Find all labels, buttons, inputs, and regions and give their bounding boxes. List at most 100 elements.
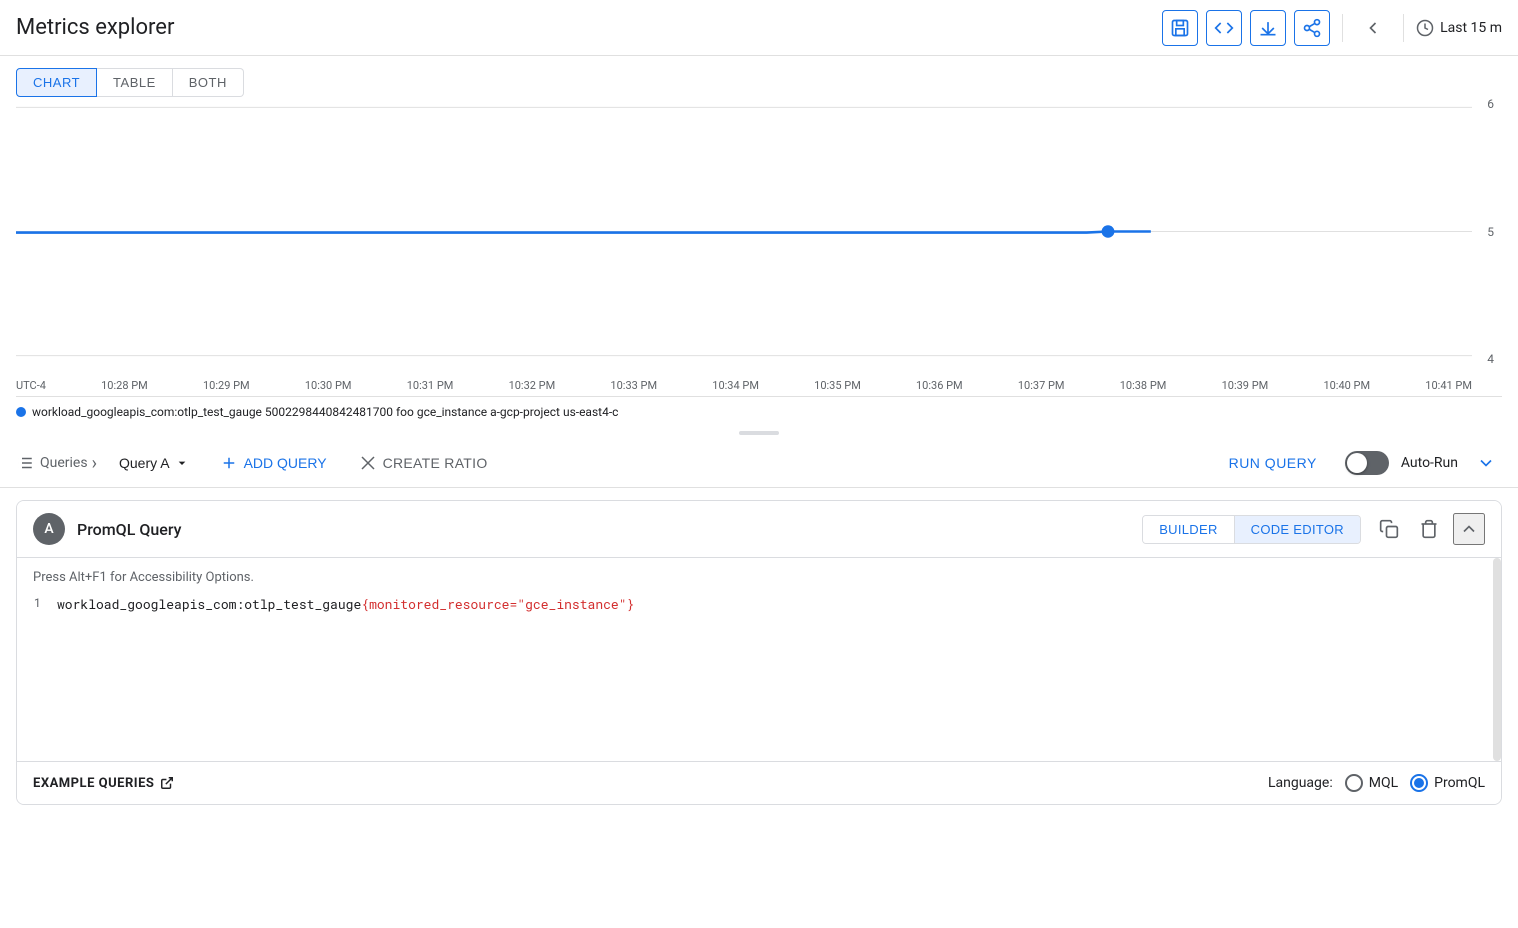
- tab-both[interactable]: BOTH: [173, 68, 244, 97]
- clock-icon: [1416, 19, 1434, 37]
- page-title: Metrics explorer: [16, 15, 174, 40]
- code-editor-body[interactable]: Press Alt+F1 for Accessibility Options. …: [17, 558, 1501, 761]
- chart-canvas: [16, 97, 1472, 366]
- add-query-label: ADD QUERY: [244, 455, 327, 471]
- query-dropdown-icon: [174, 455, 190, 471]
- download-button[interactable]: [1250, 10, 1286, 46]
- drag-handle[interactable]: [0, 427, 1518, 439]
- time-divider: [1403, 14, 1404, 42]
- y-label-5: 5: [1487, 225, 1494, 239]
- x-label-1041: 10:41 PM: [1425, 379, 1472, 392]
- run-query-label: RUN QUERY: [1229, 455, 1317, 471]
- mql-option[interactable]: MQL: [1345, 774, 1398, 792]
- x-label-1028: 10:28 PM: [101, 379, 148, 392]
- queries-text: Queries: [40, 455, 88, 471]
- query-a-button[interactable]: Query A: [109, 451, 200, 475]
- x-label-1031: 10:31 PM: [407, 379, 454, 392]
- copy-button[interactable]: [1373, 513, 1405, 545]
- y-label-6: 6: [1487, 97, 1494, 111]
- add-query-icon: [220, 454, 238, 472]
- create-ratio-button[interactable]: CREATE RATIO: [347, 448, 500, 478]
- code-key: monitored_resource: [369, 595, 509, 613]
- example-queries-label: EXAMPLE QUERIES: [33, 776, 154, 791]
- promql-radio[interactable]: [1410, 774, 1428, 792]
- expand-button[interactable]: [1470, 447, 1502, 479]
- app-header: Metrics explorer Last 15 m: [0, 0, 1518, 56]
- header-divider: [1342, 14, 1343, 42]
- autorun-toggle[interactable]: [1345, 451, 1389, 475]
- back-button[interactable]: [1355, 10, 1391, 46]
- language-selector: Language: MQL PromQL: [1268, 774, 1485, 792]
- save-dashboard-button[interactable]: [1162, 10, 1198, 46]
- language-label: Language:: [1268, 775, 1333, 791]
- x-label-1029: 10:29 PM: [203, 379, 250, 392]
- x-label-utc: UTC-4: [16, 379, 46, 392]
- x-label-1030: 10:30 PM: [305, 379, 352, 392]
- x-label-1034: 10:34 PM: [712, 379, 759, 392]
- x-label-1032: 10:32 PM: [509, 379, 556, 392]
- code-button[interactable]: [1206, 10, 1242, 46]
- mql-radio[interactable]: [1345, 774, 1363, 792]
- x-label-1036: 10:36 PM: [916, 379, 963, 392]
- x-label-1040: 10:40 PM: [1323, 379, 1370, 392]
- query-editor-title: PromQL Query: [77, 520, 1142, 539]
- chart-legend: workload_googleapis_com:otlp_test_gauge …: [0, 397, 1518, 427]
- x-label-1038: 10:38 PM: [1120, 379, 1167, 392]
- collapse-button[interactable]: [1453, 513, 1485, 545]
- x-label-1037: 10:37 PM: [1018, 379, 1065, 392]
- code-open-brace: {: [361, 595, 369, 613]
- x-label-1039: 10:39 PM: [1222, 379, 1269, 392]
- delete-icon: [1419, 519, 1439, 539]
- accessibility-hint: Press Alt+F1 for Accessibility Options.: [17, 566, 1501, 593]
- collapse-icon: [1459, 519, 1479, 539]
- scroll-indicator: [1493, 558, 1501, 761]
- code-close-brace: }: [627, 595, 635, 613]
- delete-button[interactable]: [1413, 513, 1445, 545]
- code-content-1[interactable]: workload_googleapis_com:otlp_test_gauge{…: [57, 595, 1501, 613]
- promql-radio-inner: [1414, 778, 1424, 788]
- toolbar-right: RUN QUERY Auto-Run: [1213, 447, 1502, 479]
- line-number-1: 1: [17, 595, 57, 611]
- breadcrumb-chevron: ›: [92, 453, 97, 474]
- queries-label[interactable]: Queries: [16, 454, 88, 472]
- drag-bar: [739, 431, 779, 435]
- promql-option[interactable]: PromQL: [1410, 774, 1485, 792]
- copy-icon: [1379, 519, 1399, 539]
- query-a-label: Query A: [119, 455, 170, 471]
- chart-area: 6 5 4 UTC-4 10:28 PM 10:29 PM 10:30 PM 1…: [16, 97, 1502, 397]
- chart-y-labels: 6 5 4: [1487, 97, 1494, 366]
- time-range-label: Last 15 m: [1440, 20, 1502, 36]
- legend-dot: [16, 407, 26, 417]
- expand-icon: [1476, 453, 1496, 473]
- list-icon: [16, 454, 34, 472]
- tab-table[interactable]: TABLE: [97, 68, 173, 97]
- chart-tabs: CHART TABLE BOTH: [0, 56, 1518, 97]
- example-queries-link[interactable]: EXAMPLE QUERIES: [33, 776, 174, 791]
- query-avatar: A: [33, 513, 65, 545]
- code-metric: workload_googleapis_com:otlp_test_gauge: [57, 595, 361, 613]
- create-ratio-label: CREATE RATIO: [383, 455, 488, 471]
- tab-code-editor[interactable]: CODE EDITOR: [1234, 516, 1360, 543]
- x-label-1033: 10:33 PM: [610, 379, 657, 392]
- editor-footer: EXAMPLE QUERIES Language: MQL PromQL: [17, 761, 1501, 804]
- code-string-value: "gce_instance": [517, 595, 626, 613]
- code-line-1[interactable]: 1 workload_googleapis_com:otlp_test_gaug…: [17, 593, 1501, 753]
- header-actions: Last 15 m: [1162, 10, 1502, 46]
- y-label-4: 4: [1487, 352, 1494, 366]
- add-query-button[interactable]: ADD QUERY: [208, 448, 339, 478]
- query-editor-header: A PromQL Query BUILDER CODE EDITOR: [17, 501, 1501, 558]
- tab-chart[interactable]: CHART: [16, 68, 97, 97]
- run-query-button[interactable]: RUN QUERY: [1213, 449, 1333, 477]
- x-label-1035: 10:35 PM: [814, 379, 861, 392]
- autorun-label: Auto-Run: [1401, 455, 1458, 471]
- tab-builder[interactable]: BUILDER: [1143, 516, 1233, 543]
- query-editor-container: A PromQL Query BUILDER CODE EDITOR Press…: [16, 500, 1502, 805]
- external-link-icon: [160, 776, 174, 790]
- promql-label: PromQL: [1434, 775, 1485, 791]
- time-range[interactable]: Last 15 m: [1416, 19, 1502, 37]
- query-toolbar: Queries › Query A ADD QUERY CREATE RATIO…: [0, 439, 1518, 488]
- share-button[interactable]: [1294, 10, 1330, 46]
- chart-svg: [16, 97, 1472, 366]
- editor-tabs: BUILDER CODE EDITOR: [1142, 515, 1361, 544]
- create-ratio-icon: [359, 454, 377, 472]
